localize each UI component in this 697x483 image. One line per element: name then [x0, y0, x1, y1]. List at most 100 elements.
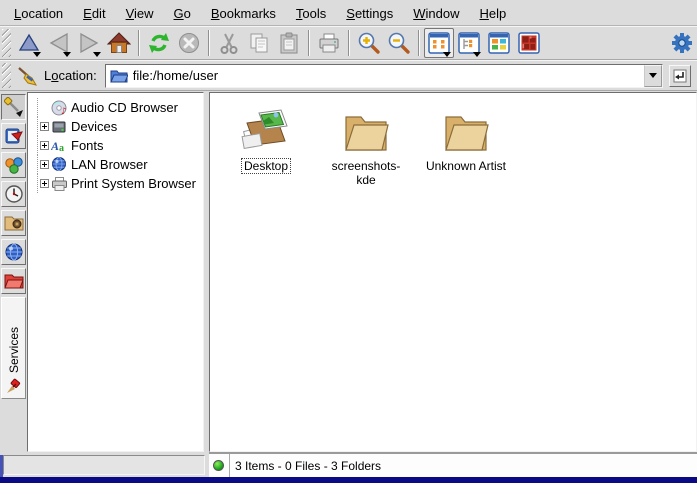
status-led-icon	[213, 460, 224, 471]
menu-location[interactable]: Location	[4, 3, 73, 24]
zoom-in-icon	[357, 31, 381, 55]
icon-view-button[interactable]	[424, 28, 454, 58]
icon-view-icon	[428, 32, 450, 54]
device-icon	[51, 119, 69, 135]
reload-button[interactable]	[144, 28, 174, 58]
file-item-screenshots-kde[interactable]: screenshots- kde	[316, 101, 416, 187]
folder-icon	[341, 101, 391, 153]
window-bottom-border	[0, 477, 697, 483]
forward-dropdown-icon[interactable]	[93, 52, 101, 57]
globe-icon	[4, 242, 24, 262]
expander-plus-icon[interactable]	[40, 160, 49, 169]
configure-icon	[4, 97, 24, 117]
file-item-desktop[interactable]: Desktop	[216, 101, 316, 173]
multicolumn-view-icon	[488, 32, 510, 54]
go-button[interactable]	[669, 65, 691, 87]
paste-icon	[277, 31, 301, 55]
location-input[interactable]	[131, 66, 644, 86]
home-icon	[107, 31, 131, 55]
toolbar-separator	[138, 30, 140, 56]
back-dropdown-icon[interactable]	[63, 52, 71, 57]
tree-item-lan-browser[interactable]: LAN Browser	[32, 155, 203, 174]
icon-view-dropdown-icon[interactable]	[443, 52, 451, 57]
copy-button[interactable]	[244, 28, 274, 58]
sidebar-tab-root-folder[interactable]	[1, 268, 26, 294]
view-statusbar: 3 Items - 0 Files - 3 Folders	[209, 452, 697, 477]
bookmark-icon	[4, 126, 24, 146]
reload-icon	[147, 31, 171, 55]
print-button[interactable]	[314, 28, 344, 58]
svg-text:a: a	[59, 143, 64, 154]
location-dropdown-button[interactable]	[644, 65, 662, 87]
zoom-out-button[interactable]	[384, 28, 414, 58]
sidebar-tab-applications[interactable]	[1, 152, 26, 178]
menu-help[interactable]: Help	[470, 3, 517, 24]
tree-item-fonts[interactable]: A a Fonts	[32, 136, 203, 155]
tree-item-audio-cd-browser[interactable]: ♪ Audio CD Browser	[32, 98, 203, 117]
menu-tools[interactable]: Tools	[286, 3, 336, 24]
tree-view-button[interactable]	[454, 28, 484, 58]
stop-icon	[177, 31, 201, 55]
main-area: Services ♪ Audio CD Browser	[0, 92, 697, 452]
menu-view[interactable]: View	[116, 3, 164, 24]
svg-text:♪: ♪	[61, 107, 67, 116]
toolbar-drag-handle[interactable]	[2, 29, 11, 57]
paste-button[interactable]	[274, 28, 304, 58]
sidebar-statusbar	[3, 455, 205, 475]
kde-gear-icon	[670, 31, 694, 55]
status-row: 3 Items - 0 Files - 3 Folders	[0, 452, 697, 477]
sidebar-tab-home-folder[interactable]	[1, 210, 26, 236]
menu-bookmarks[interactable]: Bookmarks	[201, 3, 286, 24]
file-label: Desktop	[242, 159, 290, 173]
file-item-unknown-artist[interactable]: Unknown Artist	[416, 101, 516, 173]
folder-icon-view[interactable]: Desktop screenshots- kde	[209, 92, 697, 452]
up-button[interactable]	[14, 28, 44, 58]
configure-sidebar-button[interactable]	[1, 94, 26, 120]
file-label: Unknown Artist	[424, 159, 508, 173]
location-combobox	[105, 64, 663, 88]
toolbar-drag-handle[interactable]	[2, 63, 11, 88]
menu-window[interactable]: Window	[403, 3, 469, 24]
tree-item-devices[interactable]: Devices	[32, 117, 203, 136]
home-button[interactable]	[104, 28, 134, 58]
menu-go[interactable]: Go	[164, 3, 201, 24]
cut-button[interactable]	[214, 28, 244, 58]
file-label: screenshots- kde	[330, 159, 403, 187]
zoom-in-button[interactable]	[354, 28, 384, 58]
back-button[interactable]	[44, 28, 74, 58]
clear-location-button[interactable]	[14, 63, 40, 89]
expander-plus-icon[interactable]	[40, 141, 49, 150]
print-icon	[317, 31, 341, 55]
sidebar-tab-services[interactable]: Services	[1, 297, 26, 399]
sidebar-tab-bookmarks[interactable]	[1, 123, 26, 149]
menu-settings[interactable]: Settings	[336, 3, 403, 24]
toolbar-separator	[418, 30, 420, 56]
expander-plus-icon[interactable]	[40, 179, 49, 188]
window-edge	[0, 455, 3, 477]
fonts-icon: A a	[51, 138, 69, 154]
home-folder-icon	[4, 213, 24, 233]
expander-plus-icon[interactable]	[40, 122, 49, 131]
stop-button[interactable]	[174, 28, 204, 58]
sidebar-tab-network[interactable]	[1, 239, 26, 265]
broom-icon	[16, 65, 38, 87]
lan-globe-icon	[51, 157, 69, 173]
fsview-button[interactable]	[514, 28, 544, 58]
tree-item-print-system-browser[interactable]: Print System Browser	[32, 174, 203, 193]
printer-icon	[51, 176, 69, 192]
status-text: 3 Items - 0 Files - 3 Folders	[229, 454, 381, 477]
up-dropdown-icon[interactable]	[33, 52, 41, 57]
clock-icon	[4, 184, 24, 204]
tree-item-label: Fonts	[71, 138, 104, 153]
colored-balls-icon	[4, 155, 24, 175]
toolbar-separator	[308, 30, 310, 56]
forward-button[interactable]	[74, 28, 104, 58]
tree-item-label: Audio CD Browser	[71, 100, 178, 115]
multicolumn-view-button[interactable]	[484, 28, 514, 58]
sidebar-tab-history[interactable]	[1, 181, 26, 207]
audio-cd-icon: ♪	[51, 100, 69, 116]
menu-edit[interactable]: Edit	[73, 3, 115, 24]
tree-view-dropdown-icon[interactable]	[473, 52, 481, 57]
tree-view-icon	[458, 32, 480, 54]
sidebar-tree-panel: ♪ Audio CD Browser Devices A a	[27, 92, 204, 452]
